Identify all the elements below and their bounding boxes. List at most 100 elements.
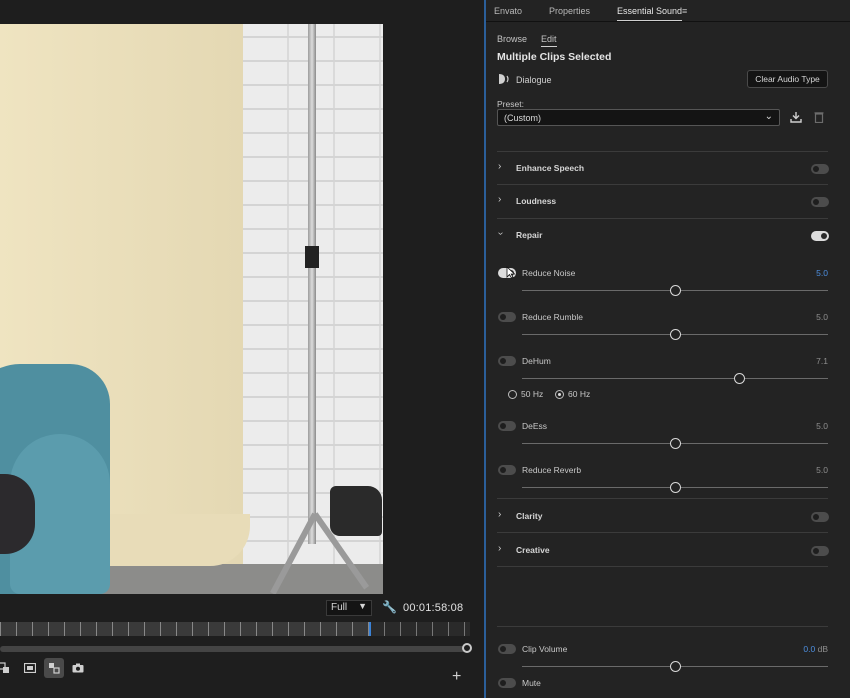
param-label: Reduce Rumble xyxy=(522,312,583,322)
chevron-right-icon: › xyxy=(498,194,502,205)
safe-margins-icon[interactable] xyxy=(20,658,40,678)
tab-envato[interactable]: Envato xyxy=(494,6,522,16)
divider xyxy=(497,218,828,219)
add-button[interactable]: + xyxy=(452,668,461,686)
video-frame[interactable] xyxy=(0,24,383,594)
zoom-level-select[interactable]: Full ▼ xyxy=(326,600,372,616)
slider-handle[interactable] xyxy=(669,438,681,449)
radio-label: 50 Hz xyxy=(521,389,544,399)
chevron-down-icon: › xyxy=(495,231,507,236)
light-stand-pole xyxy=(308,24,316,544)
divider xyxy=(497,532,828,533)
dialogue-icon xyxy=(497,73,511,88)
param-value[interactable]: 5.0 xyxy=(816,312,828,322)
panel-tab-bar: Envato Properties Essential Sound ≡ xyxy=(486,0,850,22)
section-title: Repair xyxy=(516,230,543,240)
section-clarity[interactable]: › Clarity xyxy=(497,509,829,525)
param-clip-volume: Clip Volume 0.0 dB xyxy=(497,642,828,678)
param-reduce-reverb: Reduce Reverb 5.0 xyxy=(497,463,828,499)
reduce-reverb-toggle[interactable] xyxy=(498,465,516,475)
mute-toggle[interactable] xyxy=(498,678,516,688)
grip-head xyxy=(330,486,382,536)
param-reduce-noise: Reduce Noise 5.0 xyxy=(497,266,828,302)
premiere-workspace: Full ▼ 🔧 00:01:58:08 + Envato Properties… xyxy=(0,0,850,698)
creative-toggle[interactable] xyxy=(811,546,829,556)
divider xyxy=(497,566,828,567)
essential-sound-panel: Envato Properties Essential Sound ≡ Brow… xyxy=(486,0,850,698)
preset-dropdown[interactable]: (Custom) ⌄ xyxy=(497,109,780,126)
wrench-icon[interactable]: 🔧 xyxy=(382,600,397,614)
selection-title: Multiple Clips Selected xyxy=(497,51,612,63)
tab-essential-sound[interactable]: Essential Sound xyxy=(617,6,683,21)
playhead[interactable] xyxy=(369,622,371,636)
paper-roll-curve xyxy=(110,514,250,566)
param-mute: Mute xyxy=(497,676,828,692)
param-label: DeHum xyxy=(522,356,551,366)
slider-handle[interactable] xyxy=(669,661,681,672)
mouse-cursor-icon xyxy=(506,266,516,282)
time-ruler[interactable] xyxy=(0,622,470,636)
slider-handle[interactable] xyxy=(733,373,745,384)
clip-volume-value[interactable]: 0.0 xyxy=(803,644,815,654)
param-label: Reduce Noise xyxy=(522,268,576,278)
section-loudness[interactable]: › Loudness xyxy=(497,194,829,210)
enhance-speech-toggle[interactable] xyxy=(811,164,829,174)
chevron-down-icon: ⌄ xyxy=(764,111,773,122)
clear-audio-type-button[interactable]: Clear Audio Type xyxy=(747,70,828,88)
slider-handle[interactable] xyxy=(669,329,681,340)
zoom-scroll-handle[interactable] xyxy=(462,643,472,653)
repair-toggle[interactable] xyxy=(811,231,829,241)
panel-menu-icon[interactable]: ≡ xyxy=(682,6,687,16)
chevron-down-icon: ▼ xyxy=(358,601,367,611)
param-value[interactable]: 5.0 xyxy=(816,465,828,475)
section-title: Loudness xyxy=(516,196,557,206)
loudness-toggle[interactable] xyxy=(811,197,829,207)
preset-value: (Custom) xyxy=(504,113,542,123)
section-enhance-speech[interactable]: › Enhance Speech xyxy=(497,161,829,177)
export-frame-icon[interactable] xyxy=(0,658,14,678)
audio-type-label: Dialogue xyxy=(516,75,552,85)
divider xyxy=(497,184,828,185)
deess-toggle[interactable] xyxy=(498,421,516,431)
reduce-rumble-toggle[interactable] xyxy=(498,312,516,322)
param-value-group: 0.0 dB xyxy=(803,644,828,654)
radio-50hz[interactable] xyxy=(508,390,517,399)
param-value[interactable]: 5.0 xyxy=(816,421,828,431)
clarity-toggle[interactable] xyxy=(811,512,829,522)
divider xyxy=(497,151,828,152)
zoom-level-value: Full xyxy=(331,602,348,613)
param-value[interactable]: 5.0 xyxy=(816,268,828,278)
preset-label: Preset: xyxy=(497,99,524,109)
monitor-controls: Full ▼ 🔧 00:01:58:08 xyxy=(0,598,484,620)
program-monitor: Full ▼ 🔧 00:01:58:08 + xyxy=(0,0,484,698)
dehum-toggle[interactable] xyxy=(498,356,516,366)
tab-properties[interactable]: Properties xyxy=(549,6,590,16)
section-title: Clarity xyxy=(516,511,543,521)
delete-preset-icon[interactable] xyxy=(814,111,824,126)
playhead-timecode[interactable]: 00:01:58:08 xyxy=(403,602,463,614)
slider-handle[interactable] xyxy=(669,482,681,493)
section-repair[interactable]: › Repair xyxy=(495,228,829,244)
subtab-browse[interactable]: Browse xyxy=(497,34,527,44)
param-value[interactable]: 7.1 xyxy=(816,356,828,366)
radio-label: 60 Hz xyxy=(568,389,591,399)
subtab-edit[interactable]: Edit xyxy=(541,34,557,47)
camera-icon[interactable] xyxy=(68,658,88,678)
clip-volume-toggle[interactable] xyxy=(498,644,516,654)
param-deess: DeEss 5.0 xyxy=(497,419,828,455)
save-preset-icon[interactable] xyxy=(790,111,802,126)
section-title: Enhance Speech xyxy=(516,163,585,173)
clip-volume-unit: dB xyxy=(817,644,828,654)
time-ruler-played xyxy=(0,622,370,636)
slider-track[interactable] xyxy=(522,378,828,379)
zoom-scroll-bar[interactable] xyxy=(0,643,472,653)
chevron-right-icon: › xyxy=(498,543,502,554)
param-dehum: DeHum 7.1 xyxy=(497,354,828,390)
section-creative[interactable]: › Creative xyxy=(497,543,829,559)
radio-60hz[interactable] xyxy=(555,390,564,399)
divider xyxy=(497,626,828,627)
slider-handle[interactable] xyxy=(669,285,681,296)
section-title: Creative xyxy=(516,545,550,555)
compare-view-icon[interactable] xyxy=(44,658,64,678)
chevron-right-icon: › xyxy=(498,509,502,520)
